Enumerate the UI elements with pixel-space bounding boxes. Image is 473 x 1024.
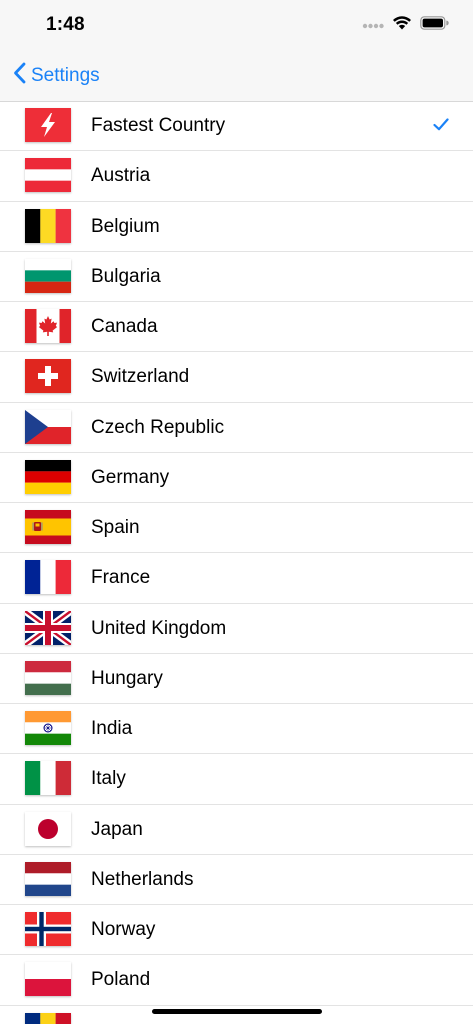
status-bar: 1:48: [0, 0, 473, 50]
list-item-hungary[interactable]: Hungary: [0, 654, 473, 705]
netherlands-flag-icon: [25, 861, 71, 896]
list-item-fastest-country[interactable]: Fastest Country: [0, 101, 473, 152]
list-item-label: Spain: [91, 517, 140, 538]
united-kingdom-flag-icon: [25, 610, 71, 645]
italy-flag-icon: [25, 761, 71, 796]
czech-republic-flag-icon: [25, 409, 71, 444]
canada-flag-icon: [25, 309, 71, 343]
list-item-label: Czech Republic: [91, 416, 225, 438]
list-item-label: Fastest Country: [91, 115, 226, 136]
back-button-label: Settings: [31, 65, 100, 86]
romania-flag-icon: [25, 1012, 71, 1024]
list-item-bulgaria[interactable]: Bulgaria: [0, 252, 473, 303]
list-item-label: Japan: [91, 818, 143, 840]
list-item-spain[interactable]: Spain: [0, 503, 473, 554]
france-flag-icon: [25, 560, 71, 595]
list-item-label: Bulgaria: [91, 265, 161, 287]
list-item-label: Germany: [91, 466, 170, 488]
status-icons: [362, 15, 449, 35]
list-item-canada[interactable]: Canada: [0, 302, 473, 353]
india-flag-icon: [25, 711, 71, 745]
switzerland-flag-icon: [25, 359, 71, 394]
checkmark-icon: [433, 118, 449, 136]
list-item-france[interactable]: France: [0, 553, 473, 604]
list-item-label: Switzerland: [91, 366, 190, 388]
screen: 1:48 Settings Fastest Country Austria Be…: [0, 0, 473, 1024]
spain-flag-icon: [25, 510, 71, 544]
list-item-label: United Kingdom: [91, 617, 227, 639]
chevron-left-icon: [13, 62, 26, 90]
bulgaria-flag-icon: [25, 258, 71, 293]
list-item-belgium[interactable]: Belgium: [0, 202, 473, 253]
cellular-signal-icon: [362, 16, 384, 34]
list-item-norway[interactable]: Norway: [0, 905, 473, 956]
wifi-icon: [392, 15, 412, 35]
list-item-austria[interactable]: Austria: [0, 151, 473, 202]
list-item-label: Austria: [91, 165, 151, 187]
belgium-flag-icon: [25, 208, 71, 243]
norway-flag-icon: [25, 912, 71, 946]
list-item-label: Canada: [91, 316, 158, 337]
country-list: Fastest Country Austria Belgium Bulgaria…: [0, 101, 473, 1024]
list-item-label: Italy: [91, 768, 126, 790]
list-item-italy[interactable]: Italy: [0, 754, 473, 805]
austria-flag-icon: [25, 158, 71, 193]
list-item-label: India: [91, 718, 133, 739]
poland-flag-icon: [25, 962, 71, 997]
list-item-india[interactable]: India: [0, 704, 473, 755]
list-item-label: Norway: [91, 919, 156, 940]
list-item-switzerland[interactable]: Switzerland: [0, 352, 473, 403]
list-item-germany[interactable]: Germany: [0, 453, 473, 504]
navigation-bar: Settings: [0, 50, 473, 102]
list-item-label: Hungary: [91, 667, 163, 689]
fastest-icon: [25, 108, 71, 142]
list-item-label: Poland: [91, 969, 151, 991]
battery-icon: [420, 15, 449, 35]
list-item-poland[interactable]: Poland: [0, 955, 473, 1006]
list-item-japan[interactable]: Japan: [0, 805, 473, 856]
back-button[interactable]: Settings: [13, 62, 100, 90]
list-item-czech-republic[interactable]: Czech Republic: [0, 403, 473, 454]
list-item-united-kingdom[interactable]: United Kingdom: [0, 604, 473, 655]
status-time: 1:48: [46, 14, 85, 35]
japan-flag-icon: [25, 811, 71, 846]
list-item-label: France: [91, 567, 151, 589]
list-item-label: Belgium: [91, 215, 160, 237]
list-item-netherlands[interactable]: Netherlands: [0, 855, 473, 906]
germany-flag-icon: [25, 459, 71, 494]
home-indicator[interactable]: [152, 1009, 322, 1014]
list-item-label: Netherlands: [91, 868, 194, 890]
hungary-flag-icon: [25, 660, 71, 695]
